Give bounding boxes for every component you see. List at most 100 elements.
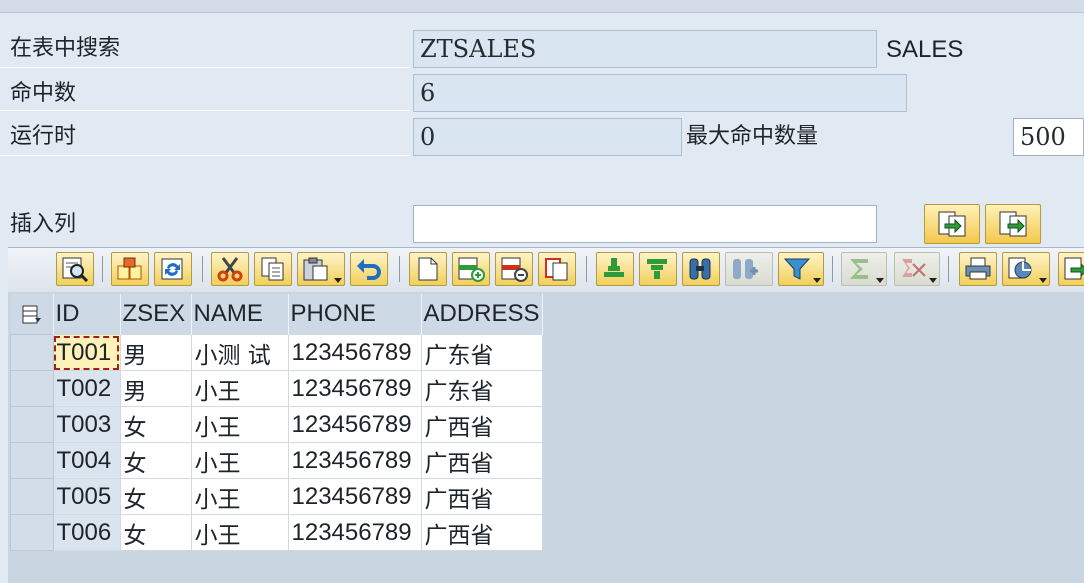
data-table: ID ZSEX NAME PHONE ADDRESS T001 男 小测 试 1…: [10, 294, 543, 551]
layout-select-cell[interactable]: [10, 294, 54, 335]
table-row[interactable]: T002 男 小王 123456789 广东省: [10, 370, 543, 407]
cell-zsex[interactable]: 男: [119, 370, 192, 407]
toolbar-separator: [832, 256, 833, 282]
subtotal-button[interactable]: [894, 252, 940, 286]
refresh-button[interactable]: [154, 252, 192, 286]
cell-zsex[interactable]: 女: [119, 514, 192, 551]
table-row[interactable]: T006 女 小王 123456789 广西省: [10, 514, 543, 551]
delete-row-button[interactable]: [495, 252, 533, 286]
cell-name[interactable]: 小测 试: [190, 334, 289, 371]
cell-zsex[interactable]: 女: [119, 406, 192, 443]
toolbar-separator: [399, 256, 400, 282]
export-list-button[interactable]: [1058, 252, 1084, 286]
toolbar-separator: [102, 256, 103, 282]
cell-zsex[interactable]: 男: [119, 334, 192, 371]
undo-button[interactable]: [350, 252, 388, 286]
subtotal-icon: [902, 259, 926, 277]
row-selector[interactable]: [10, 442, 54, 479]
row-selector[interactable]: [10, 406, 54, 443]
cell-name[interactable]: 小王: [190, 442, 289, 479]
cell-name[interactable]: 小王: [190, 478, 289, 515]
cell-id[interactable]: T001: [52, 334, 121, 371]
duplicate-row-icon: [545, 258, 568, 281]
cell-address[interactable]: 广东省: [420, 370, 543, 407]
cell-name[interactable]: 小王: [190, 514, 289, 551]
find-next-icon: [733, 259, 758, 279]
details-icon: [62, 257, 89, 282]
alv-toolbar: [8, 247, 1084, 293]
row-selector[interactable]: [10, 478, 54, 515]
top-bar: [0, 0, 1084, 13]
column-layout-icon: [22, 305, 41, 324]
insert-row-button[interactable]: [452, 252, 490, 286]
export-column-button[interactable]: [985, 204, 1041, 244]
import-column-button[interactable]: [924, 204, 980, 244]
cell-address[interactable]: 广西省: [420, 442, 543, 479]
table-row[interactable]: T005 女 小王 123456789 广西省: [10, 478, 543, 515]
sort-descending-button[interactable]: [639, 252, 677, 286]
cut-icon: [217, 257, 243, 282]
refresh-icon: [161, 258, 183, 280]
sort-asc-icon: [604, 258, 624, 277]
export-icon: [999, 211, 1027, 237]
details-button[interactable]: [56, 252, 94, 286]
column-header-phone[interactable]: PHONE: [288, 294, 422, 335]
find-next-button[interactable]: [725, 252, 773, 286]
insert-column-label: 插入列: [10, 212, 77, 237]
cell-address[interactable]: 广东省: [420, 334, 543, 371]
row-selector[interactable]: [10, 514, 54, 551]
paste-icon: [303, 257, 328, 281]
cell-zsex[interactable]: 女: [119, 442, 192, 479]
cell-id[interactable]: T003: [52, 406, 121, 443]
cell-phone[interactable]: 123456789: [287, 478, 422, 515]
new-row-icon: [418, 257, 438, 281]
max-hits-field[interactable]: 500: [1013, 118, 1084, 156]
cell-phone[interactable]: 123456789: [287, 406, 422, 443]
cell-phone[interactable]: 123456789: [287, 442, 422, 479]
sort-desc-icon: [647, 259, 667, 279]
column-header-zsex[interactable]: ZSEX: [120, 294, 192, 335]
cell-id[interactable]: T002: [52, 370, 121, 407]
row-selector[interactable]: [10, 370, 54, 407]
print-button[interactable]: [959, 252, 997, 286]
check-button[interactable]: [111, 252, 149, 286]
column-header-address[interactable]: ADDRESS: [421, 294, 543, 335]
cell-phone[interactable]: 123456789: [287, 370, 422, 407]
undo-icon: [357, 259, 381, 280]
toolbar-separator: [948, 256, 949, 282]
paste-button[interactable]: [297, 252, 345, 286]
views-button[interactable]: [1002, 252, 1050, 286]
table-name-field[interactable]: ZTSALES: [413, 30, 877, 68]
cell-id[interactable]: T005: [52, 478, 121, 515]
cell-phone[interactable]: 123456789: [287, 334, 422, 371]
insert-column-field[interactable]: [413, 205, 877, 243]
table-row[interactable]: T003 女 小王 123456789 广西省: [10, 406, 543, 443]
sum-icon: [850, 259, 868, 279]
sort-ascending-button[interactable]: [596, 252, 634, 286]
cell-id[interactable]: T006: [52, 514, 121, 551]
column-header-id[interactable]: ID: [53, 294, 121, 335]
table-row[interactable]: T004 女 小王 123456789 广西省: [10, 442, 543, 479]
table-header-row: ID ZSEX NAME PHONE ADDRESS: [10, 294, 543, 335]
cell-name[interactable]: 小王: [190, 406, 289, 443]
cell-address[interactable]: 广西省: [420, 406, 543, 443]
cell-zsex[interactable]: 女: [119, 478, 192, 515]
table-row[interactable]: T001 男 小测 试 123456789 广东省: [10, 334, 543, 371]
cell-id[interactable]: T004: [52, 442, 121, 479]
copy-button[interactable]: [254, 252, 292, 286]
sum-button[interactable]: [841, 252, 887, 286]
cut-button[interactable]: [211, 252, 249, 286]
max-hits-label: 最大命中数量: [686, 124, 819, 149]
duplicate-row-button[interactable]: [538, 252, 576, 286]
new-row-button[interactable]: [409, 252, 447, 286]
column-header-name[interactable]: NAME: [191, 294, 289, 335]
cell-address[interactable]: 广西省: [420, 514, 543, 551]
cell-phone[interactable]: 123456789: [287, 514, 422, 551]
views-icon: [1008, 257, 1032, 279]
find-button[interactable]: [682, 252, 720, 286]
row-selector[interactable]: [10, 334, 54, 371]
toolbar-separator: [586, 256, 587, 282]
cell-name[interactable]: 小王: [190, 370, 289, 407]
filter-button[interactable]: [778, 252, 824, 286]
cell-address[interactable]: 广西省: [420, 478, 543, 515]
